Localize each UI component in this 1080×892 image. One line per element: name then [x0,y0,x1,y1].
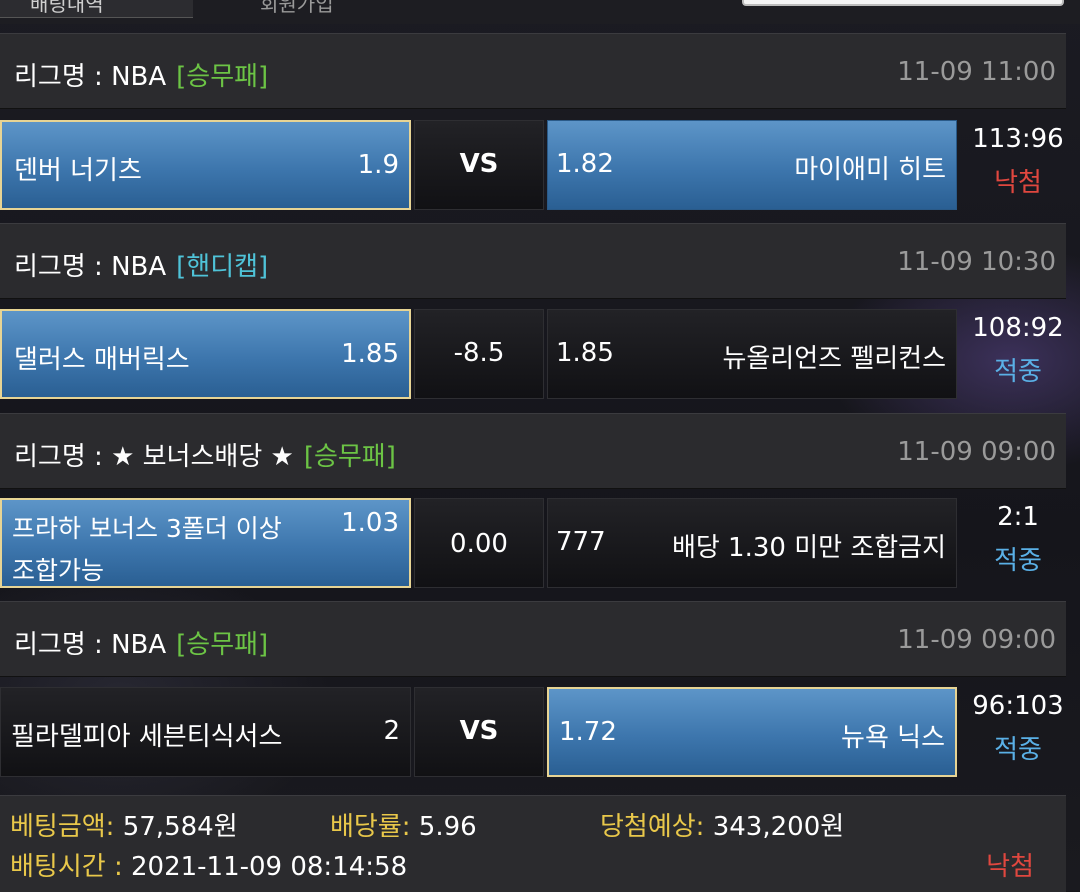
away-team-name: 뉴올리언즈 펠리컨스 [722,344,946,374]
away-team-option[interactable]: 1.72 뉴욕 닉스 [547,687,957,777]
bet-type-tag: [핸디캡] [176,252,269,282]
away-odds: 1.82 [556,149,614,179]
league-name: 리그명 : NBA [승무패] [14,630,269,660]
result-status: 낙첨 [994,168,1042,198]
home-team-name: 댈러스 매버릭스 [14,345,190,375]
away-team-name: 배당 1.30 미만 조합금지 [671,533,946,563]
match-result: 108:92 적중 [960,313,1076,388]
handicap-option[interactable]: -8.5 [414,309,544,399]
match-datetime: 11-09 09:00 [897,625,1056,655]
league-header: 리그명 : NBA [승무패] 11-09 11:00 [0,33,1066,109]
match-datetime: 11-09 09:00 [897,437,1056,467]
bet-amount: 베팅금액: 57,584원 [10,812,238,842]
bet-type-tag: [승무패] [303,442,396,472]
league-name: 리그명 : NBA [핸디캡] [14,252,269,282]
league-header: 리그명 : ★ 보너스배당 ★ [승무패] 11-09 09:00 [0,413,1066,489]
match-datetime: 11-09 11:00 [897,57,1056,87]
result-status: 적중 [994,357,1042,387]
away-team-option[interactable]: 1.82 마이애미 히트 [547,120,957,210]
home-team-name: 덴버 너기츠 [14,156,142,186]
total-odds: 배당률: 5.96 [330,812,477,842]
bet-summary: 베팅금액: 57,584원 배당률: 5.96 당첨예상: 343,200원 배… [0,795,1066,892]
away-odds: 1.85 [556,338,614,368]
vs-label: VS [459,149,499,179]
home-team-option[interactable]: 프라하 보너스 3폴더 이상 조합가능 1.03 [0,498,411,588]
home-team-option[interactable]: 필라델피아 세븐티식서스 2 [0,687,411,777]
away-team-name: 뉴욕 닉스 [841,723,945,753]
center-option[interactable]: VS [414,120,544,210]
bet-result-status: 낙첨 [986,852,1034,882]
away-team-option[interactable]: 777 배당 1.30 미만 조합금지 [547,498,957,588]
match-result: 113:96 낙첨 [960,124,1076,199]
tab-bet-history[interactable]: 배팅내역 [0,0,193,18]
result-status: 적중 [994,735,1042,765]
final-score: 96:103 [972,691,1064,721]
home-odds: 1.85 [341,339,399,369]
search-input[interactable] [742,0,1064,6]
home-team-name: 프라하 보너스 3폴더 이상 조합가능 [12,514,282,585]
home-odds: 1.03 [341,508,399,538]
match-result: 96:103 적중 [960,691,1076,766]
away-odds: 1.72 [559,717,617,747]
league-name: 리그명 : NBA [승무패] [14,62,269,92]
away-odds: 777 [556,527,606,557]
away-team-name: 마이애미 히트 [794,155,946,185]
final-score: 108:92 [972,313,1064,343]
bet-type-tag: [승무패] [176,62,269,92]
top-tab-bar: 배팅내역 회원가입 [0,0,1080,24]
tab-other-label[interactable]: 회원가입 [260,0,334,17]
home-odds: 2 [383,716,400,746]
final-score: 113:96 [972,124,1064,154]
home-team-option[interactable]: 댈러스 매버릭스 1.85 [0,309,411,399]
handicap-value: -8.5 [453,338,505,368]
result-status: 적중 [994,546,1042,576]
home-team-option[interactable]: 덴버 너기츠 1.9 [0,120,411,210]
away-team-option[interactable]: 1.85 뉴올리언즈 펠리컨스 [547,309,957,399]
bet-type-tag: [승무패] [176,630,269,660]
final-score: 2:1 [997,502,1039,532]
home-odds: 1.9 [357,150,399,180]
league-header: 리그명 : NBA [핸디캡] 11-09 10:30 [0,223,1066,299]
league-name: 리그명 : ★ 보너스배당 ★ [승무패] [14,442,396,472]
bet-time: 배팅시간 : 2021-11-09 08:14:58 [10,852,408,882]
vs-label: VS [459,716,499,746]
draw-odds: 0.00 [450,529,508,559]
tab-bet-history-label: 배팅내역 [30,0,104,16]
center-option[interactable]: VS [414,687,544,777]
center-option[interactable]: 0.00 [414,498,544,588]
home-team-name: 필라델피아 세븐티식서스 [11,722,283,752]
match-datetime: 11-09 10:30 [897,247,1056,277]
match-result: 2:1 적중 [960,502,1076,577]
league-header: 리그명 : NBA [승무패] 11-09 09:00 [0,601,1066,677]
expected-payout: 당첨예상: 343,200원 [600,812,845,842]
